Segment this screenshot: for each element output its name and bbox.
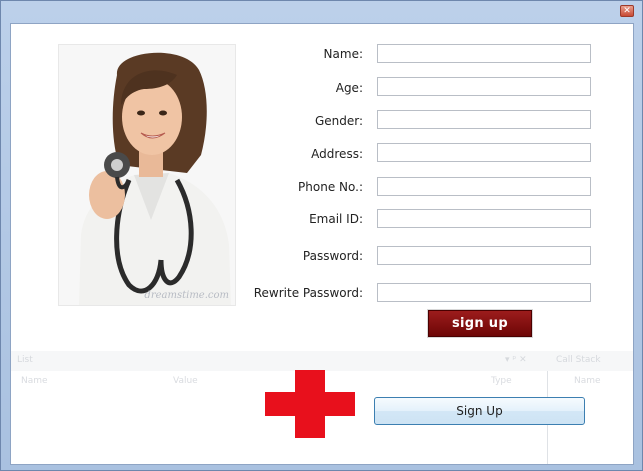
name-field[interactable] (377, 44, 591, 63)
close-icon[interactable]: ✕ (620, 5, 634, 17)
sign-up-button[interactable]: Sign Up (374, 397, 585, 425)
gender-label: Gender: (314, 114, 363, 128)
doctor-photo: dreamstime.com (58, 44, 236, 306)
email-label: Email ID: (309, 212, 363, 226)
ghost-col-type: Type (491, 376, 512, 386)
ghost-right-label: Call Stack (556, 355, 601, 365)
ghost-col-name: Name (21, 376, 48, 386)
window-frame: ✕ dreamstime.com Name: Age: Gender: Addr… (0, 0, 643, 471)
password-label: Password: (302, 249, 363, 263)
ghost-controls: ▾ ᵖ ✕ (505, 355, 527, 365)
email-field[interactable] (377, 209, 591, 228)
red-cross-icon (265, 370, 355, 438)
title-bar: ✕ (1, 1, 642, 21)
address-field[interactable] (377, 143, 591, 162)
ghost-col-value: Value (173, 376, 198, 386)
age-label: Age: (335, 81, 363, 95)
age-field[interactable] (377, 77, 591, 96)
rewrite-password-field[interactable] (377, 283, 591, 302)
ghost-col-name-2: Name (574, 376, 601, 386)
phone-field[interactable] (377, 177, 591, 196)
photo-watermark: dreamstime.com (144, 290, 229, 301)
address-label: Address: (311, 147, 363, 161)
gender-field[interactable] (377, 110, 591, 129)
signup-form-panel: dreamstime.com Name: Age: Gender: Addres… (10, 23, 634, 465)
name-label: Name: (323, 47, 363, 61)
ghost-left-label: List (17, 355, 33, 365)
rewrite-password-label: Rewrite Password: (253, 286, 363, 300)
background-ghost-strip (11, 351, 633, 371)
password-field[interactable] (377, 246, 591, 265)
sign-up-image-button[interactable]: sign up (427, 309, 533, 338)
doctor-illustration (79, 52, 231, 305)
phone-label: Phone No.: (298, 180, 363, 194)
